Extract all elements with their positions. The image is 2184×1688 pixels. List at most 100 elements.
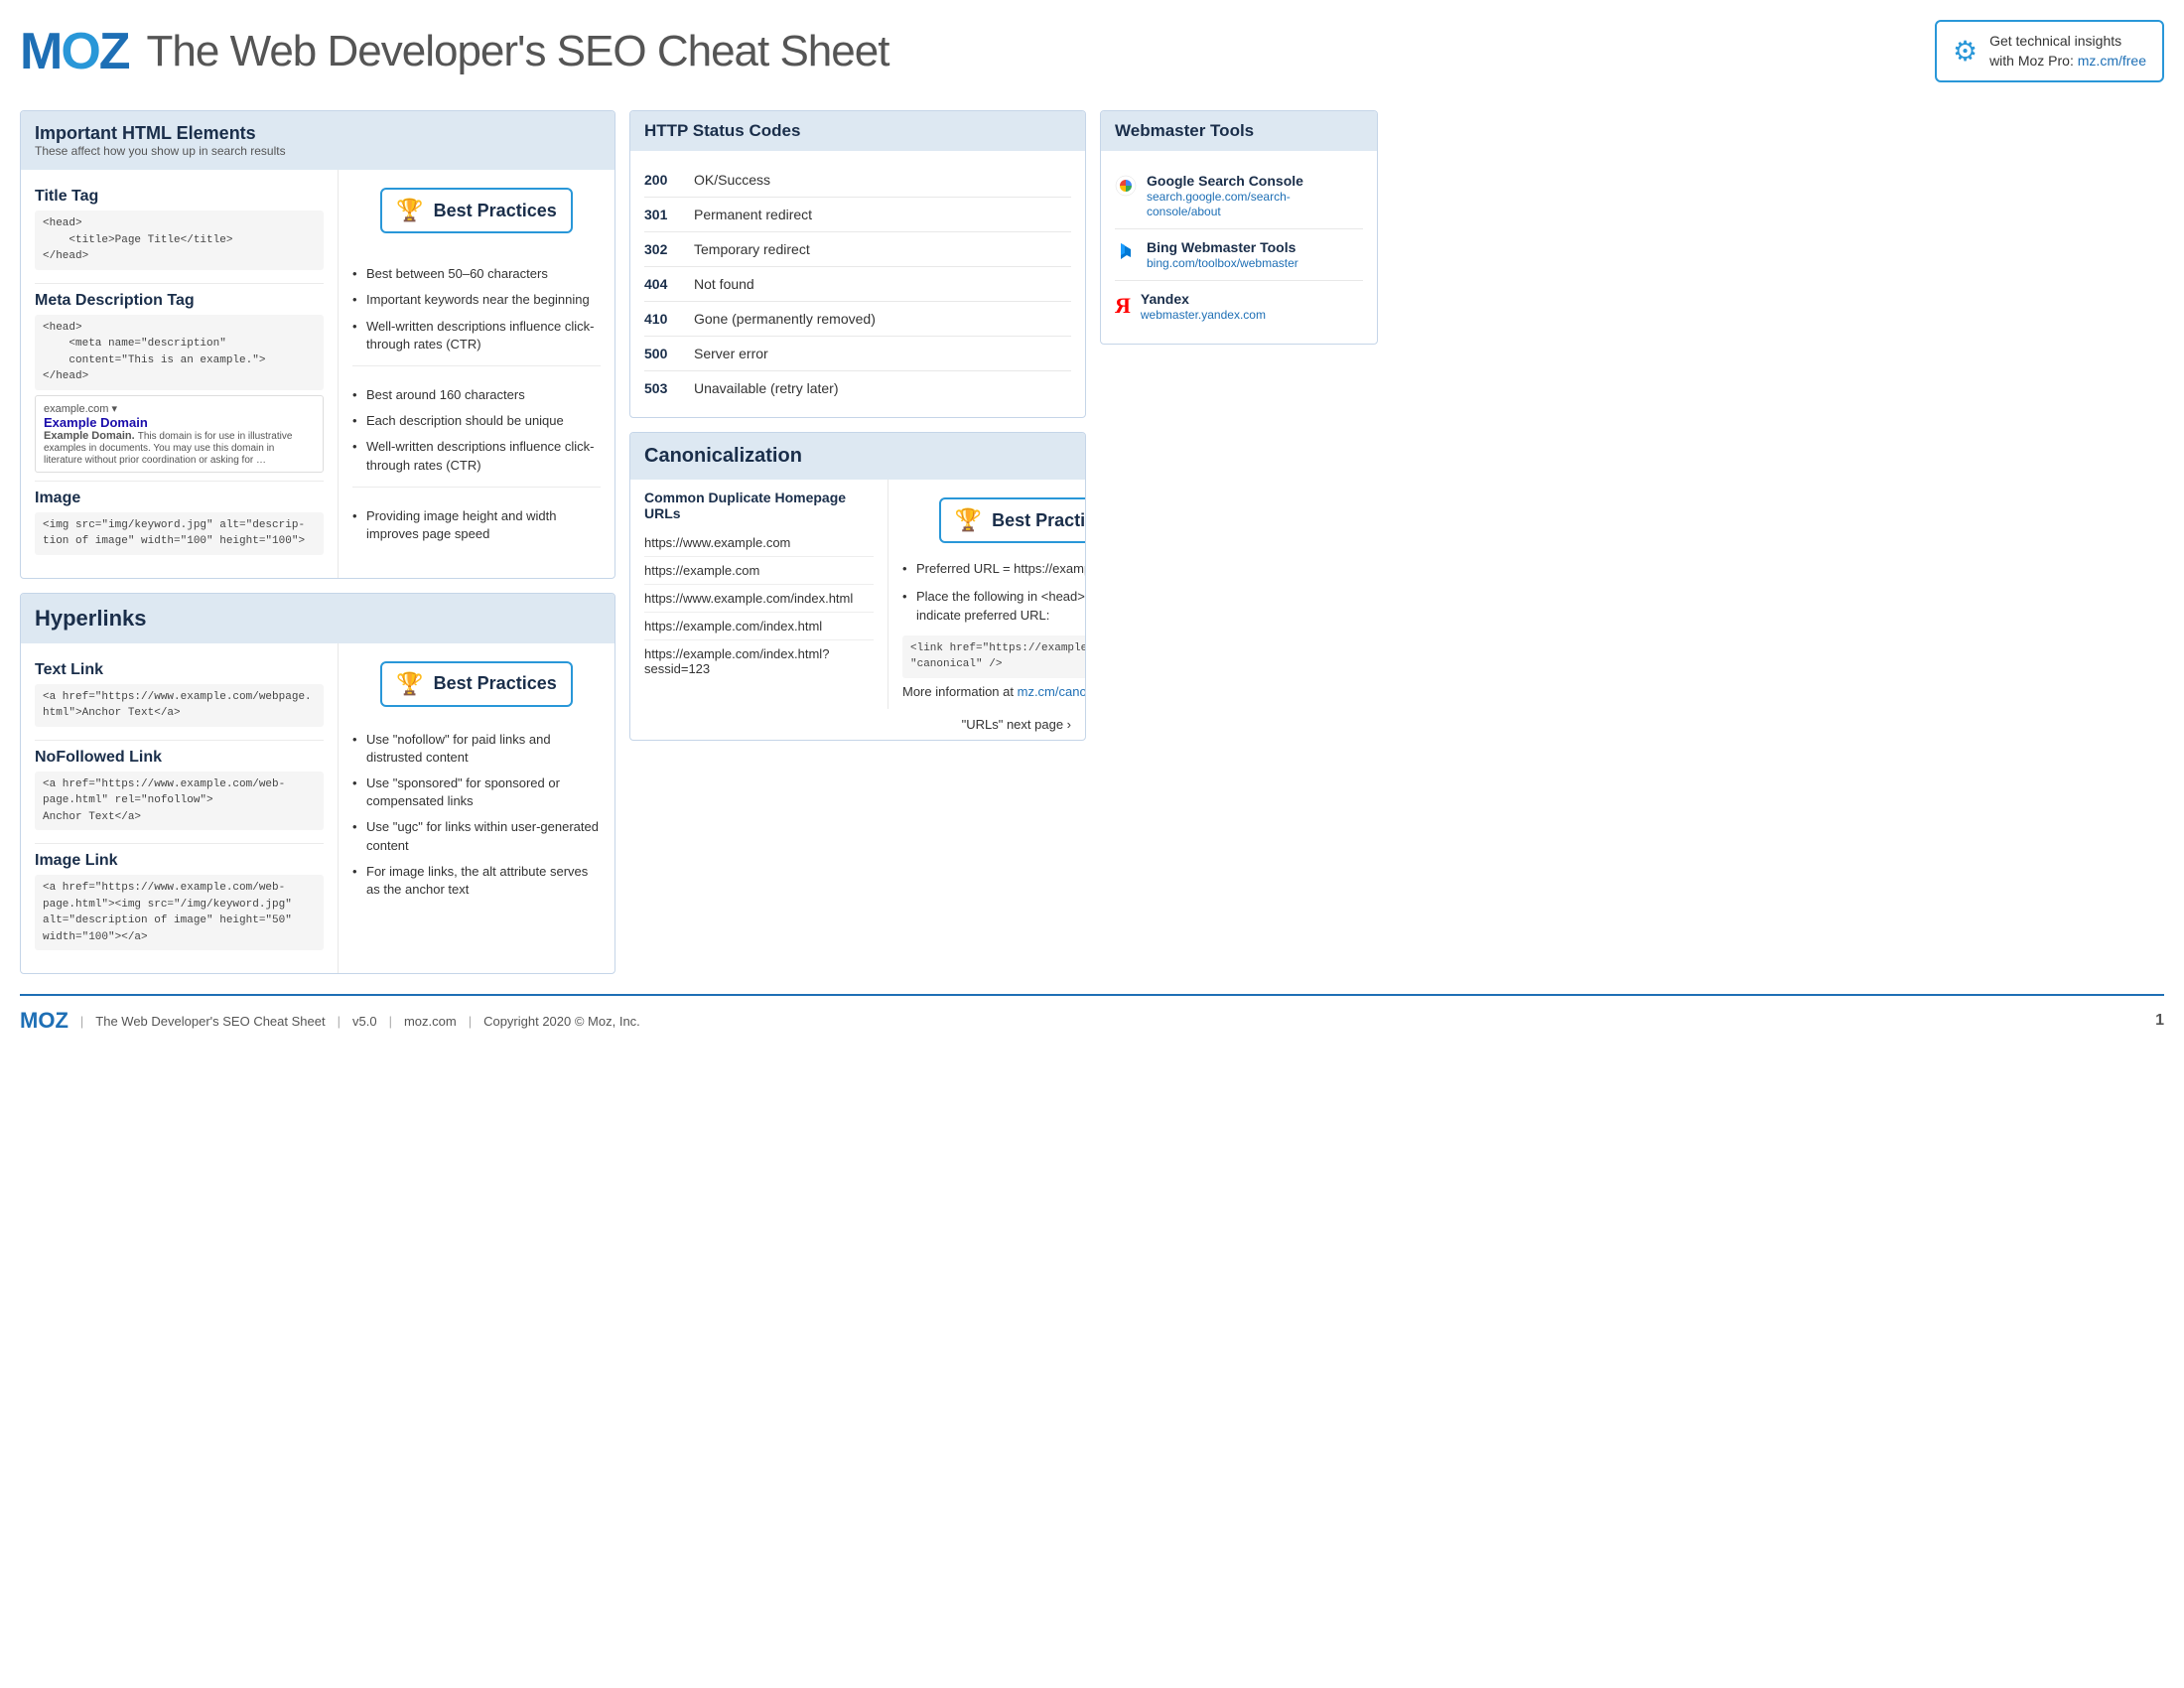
title-tag-heading: Title Tag <box>35 188 324 206</box>
status-desc-410: Gone (permanently removed) <box>694 311 876 327</box>
right-column: Webmaster Tools Googl <box>1100 110 1378 974</box>
hyperlinks-right: 🏆 Best Practices Use "nofollow" for paid… <box>339 643 614 974</box>
nofollowed-link-code: <a href="https://www.example.com/web- pa… <box>35 772 324 831</box>
footer-left: MOZ | The Web Developer's SEO Cheat Shee… <box>20 1008 640 1034</box>
promo-line2: with Moz Pro: mz.cm/free <box>1989 52 2146 71</box>
status-row-301: 301 Permanent redirect <box>644 198 1071 232</box>
url-item: https://www.example.com <box>644 529 874 557</box>
nofollowed-link-section: NoFollowed Link <a href="https://www.exa… <box>35 741 324 845</box>
meta-desc-code: <head> <meta name="description" content=… <box>35 315 324 390</box>
page-footer: MOZ | The Web Developer's SEO Cheat Shee… <box>20 994 2164 1034</box>
webmaster-tools-panel: Webmaster Tools Googl <box>1100 110 1378 345</box>
bp-item: Use "ugc" for links within user-generate… <box>352 814 601 858</box>
content-area: Important HTML Elements These affect how… <box>20 110 2164 974</box>
left-column: Important HTML Elements These affect how… <box>20 110 615 974</box>
html-elements-title: Important HTML Elements <box>35 123 601 144</box>
meta-desc-bp: Best around 160 characters Each descript… <box>352 366 601 488</box>
status-table: 200 OK/Success 301 Permanent redirect 30… <box>644 163 1071 405</box>
http-status-title: HTTP Status Codes <box>644 121 800 140</box>
canon-body: Common Duplicate Homepage URLs https://w… <box>630 480 1085 709</box>
canon-title: Canonicalization <box>644 445 1071 468</box>
bp-item: Well-written descriptions influence clic… <box>352 314 601 357</box>
canon-bp-item: Place the following in <head> section to… <box>902 583 1086 630</box>
mid-column: HTTP Status Codes 200 OK/Success 301 Per… <box>629 110 1086 974</box>
url-list: https://www.example.com https://example.… <box>644 529 874 682</box>
image-heading: Image <box>35 490 324 507</box>
webmaster-tools-title: Webmaster Tools <box>1115 121 1254 140</box>
url-item: https://example.com/index.html <box>644 613 874 640</box>
google-search-console-link[interactable]: search.google.com/search-console/about <box>1147 190 1291 218</box>
status-code-500: 500 <box>644 346 694 361</box>
promo-line1: Get technical insights <box>1989 32 2146 52</box>
bing-webmaster-info: Bing Webmaster Tools bing.com/toolbox/we… <box>1147 239 1298 270</box>
status-desc-301: Permanent redirect <box>694 207 812 222</box>
promo-box: ⚙ Get technical insights with Moz Pro: m… <box>1935 20 2164 82</box>
promo-link[interactable]: mz.cm/free <box>2078 53 2146 69</box>
bp-item: Use "sponsored" for sponsored or compens… <box>352 771 601 814</box>
url-item: https://www.example.com/index.html <box>644 585 874 613</box>
status-code-503: 503 <box>644 380 694 396</box>
status-row-404: 404 Not found <box>644 267 1071 302</box>
bp-item: Use "nofollow" for paid links and distru… <box>352 727 601 771</box>
title-tag-bp: Best between 50–60 characters Important … <box>352 245 601 366</box>
status-code-301: 301 <box>644 207 694 222</box>
promo-icon: ⚙ <box>1953 35 1978 68</box>
bp-item: Best around 160 characters <box>352 382 601 408</box>
image-link-heading: Image Link <box>35 852 324 870</box>
html-elements-body: Title Tag <head> <title>Page Title</titl… <box>21 170 614 578</box>
bing-icon <box>1115 241 1137 269</box>
html-elements-header: Important HTML Elements These affect how… <box>21 111 614 170</box>
status-desc-404: Not found <box>694 276 754 292</box>
status-row-302: 302 Temporary redirect <box>644 232 1071 267</box>
bp-item: Each description should be unique <box>352 408 601 434</box>
footer-copyright: Copyright 2020 © Moz, Inc. <box>483 1014 640 1029</box>
http-status-header: HTTP Status Codes <box>630 111 1085 151</box>
bing-webmaster-item: Bing Webmaster Tools bing.com/toolbox/we… <box>1115 229 1363 281</box>
nofollowed-link-heading: NoFollowed Link <box>35 749 324 767</box>
status-row-410: 410 Gone (permanently removed) <box>644 302 1071 337</box>
html-elements-panel: Important HTML Elements These affect how… <box>20 110 615 579</box>
bp-item: Providing image height and width improve… <box>352 503 601 547</box>
yandex-info: Yandex webmaster.yandex.com <box>1141 291 1266 322</box>
footer-moz-logo: MOZ <box>20 1008 68 1034</box>
bing-webmaster-link[interactable]: bing.com/toolbox/webmaster <box>1147 256 1298 270</box>
footer-title: The Web Developer's SEO Cheat Sheet <box>95 1014 325 1029</box>
status-desc-302: Temporary redirect <box>694 241 810 257</box>
footer-domain: moz.com <box>404 1014 457 1029</box>
canon-code: <link href="https://example.com/" rel= "… <box>902 635 1086 678</box>
image-bp-list: Providing image height and width improve… <box>352 503 601 547</box>
status-code-302: 302 <box>644 241 694 257</box>
bp-item: Important keywords near the beginning <box>352 287 601 313</box>
bp-item: For image links, the alt attribute serve… <box>352 859 601 903</box>
google-search-console-item: Google Search Console search.google.com/… <box>1115 163 1363 229</box>
text-link-code: <a href="https://www.example.com/webpage… <box>35 684 324 727</box>
yandex-link[interactable]: webmaster.yandex.com <box>1141 308 1266 322</box>
hyperlinks-title: Hyperlinks <box>35 606 601 632</box>
http-status-body: 200 OK/Success 301 Permanent redirect 30… <box>630 151 1085 417</box>
status-desc-503: Unavailable (retry later) <box>694 380 839 396</box>
hyperlinks-header: Hyperlinks <box>21 594 614 643</box>
canon-bp-item: Preferred URL = https://example.com/ <box>902 555 1086 583</box>
best-practices-badge: 🏆 Best Practices <box>380 188 572 233</box>
image-bp: Providing image height and width improve… <box>352 488 601 555</box>
moz-logo: MOZ <box>20 22 129 81</box>
hyperlinks-bp-badge: 🏆 Best Practices <box>380 661 572 707</box>
html-elements-right: 🏆 Best Practices Best between 50–60 char… <box>339 170 614 578</box>
image-section: Image <img src="img/keyword.jpg" alt="de… <box>35 482 324 568</box>
search-result-preview: example.com ▾ Example Domain Example Dom… <box>35 395 324 473</box>
image-link-section: Image Link <a href="https://www.example.… <box>35 844 324 963</box>
best-practices-header: 🏆 Best Practices <box>352 180 601 245</box>
yandex-icon: Я <box>1115 293 1131 319</box>
status-desc-500: Server error <box>694 346 768 361</box>
footer-version: v5.0 <box>352 1014 377 1029</box>
webmaster-tools-header: Webmaster Tools <box>1101 111 1377 151</box>
http-status-panel: HTTP Status Codes 200 OK/Success 301 Per… <box>629 110 1086 418</box>
hyperlinks-bp-label: Best Practices <box>434 673 557 694</box>
canon-bp-label: Best Practices <box>992 510 1086 531</box>
footer-page-number: 1 <box>2155 1012 2164 1030</box>
status-row-200: 200 OK/Success <box>644 163 1071 198</box>
status-code-200: 200 <box>644 172 694 188</box>
canon-panel: Canonicalization Common Duplicate Homepa… <box>629 432 1086 741</box>
canon-more-link[interactable]: mz.cm/canonical <box>1018 684 1086 699</box>
google-search-console-info: Google Search Console search.google.com/… <box>1147 173 1363 218</box>
